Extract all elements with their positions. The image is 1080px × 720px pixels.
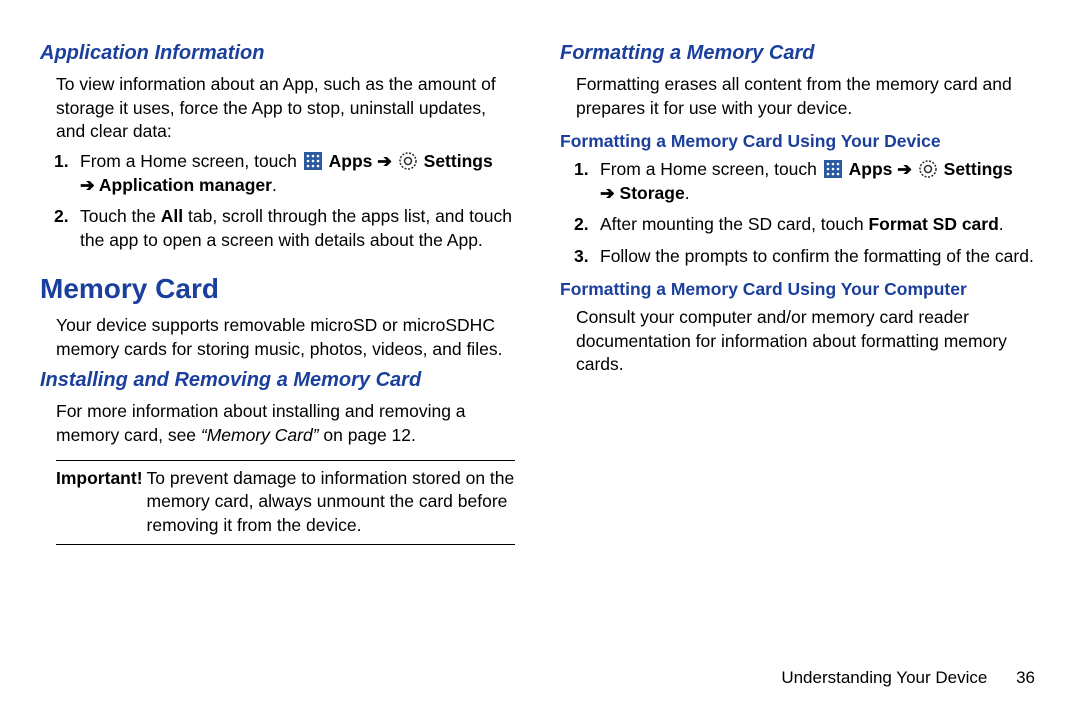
arrow-icon: ➔ <box>377 151 397 171</box>
right-column: Formatting a Memory Card Formatting eras… <box>560 40 1035 680</box>
arrow-icon: ➔ <box>600 183 620 203</box>
heading-format-device: Formatting a Memory Card Using Your Devi… <box>560 130 1035 154</box>
step-1: 1. From a Home screen, touch Apps ➔ Sett… <box>80 150 515 197</box>
step3-body: Follow the prompts to confirm the format… <box>600 246 1034 266</box>
settings-icon <box>399 152 417 170</box>
apps-icon <box>824 160 842 178</box>
step-2: 2. Touch the All tab, scroll through the… <box>80 205 515 252</box>
step2-part-a: Touch the <box>80 206 161 226</box>
step-number-1: 1. <box>54 150 69 174</box>
step-3: 3. Follow the prompts to confirm the for… <box>600 245 1035 269</box>
period: . <box>999 214 1004 234</box>
step-number-2: 2. <box>54 205 69 229</box>
important-note: Important! To prevent damage to informat… <box>56 460 515 545</box>
inst-ref: “Memory Card” <box>201 425 319 445</box>
important-label: Important! <box>56 467 147 491</box>
step-number-2: 2. <box>574 213 589 237</box>
page-number: 36 <box>1016 667 1035 690</box>
heading-install-remove: Installing and Removing a Memory Card <box>40 367 515 394</box>
step-number-1: 1. <box>574 158 589 182</box>
settings-label: Settings <box>944 159 1013 179</box>
memory-card-intro: Your device supports removable microSD o… <box>56 314 515 361</box>
inst-b: on page 12. <box>319 425 416 445</box>
app-info-intro: To view information about an App, such a… <box>56 73 515 144</box>
storage-label: Storage <box>620 183 685 203</box>
step-1: 1. From a Home screen, touch Apps ➔ Sett… <box>600 158 1035 205</box>
app-manager-label: Application manager <box>99 175 272 195</box>
step-2: 2. After mounting the SD card, touch For… <box>600 213 1035 237</box>
format-computer-body: Consult your computer and/or memory card… <box>576 306 1035 377</box>
footer-section: Understanding Your Device <box>781 668 987 687</box>
heading-memory-card: Memory Card <box>40 270 515 308</box>
settings-label: Settings <box>424 151 493 171</box>
step-number-3: 3. <box>574 245 589 269</box>
settings-icon <box>919 160 937 178</box>
heading-formatting: Formatting a Memory Card <box>560 40 1035 67</box>
arrow-icon: ➔ <box>80 175 99 195</box>
all-tab-label: All <box>161 206 183 226</box>
step1-part-a: From a Home screen, touch <box>600 159 822 179</box>
formatting-intro: Formatting erases all content from the m… <box>576 73 1035 120</box>
heading-format-computer: Formatting a Memory Card Using Your Comp… <box>560 278 1035 302</box>
arrow-icon: ➔ <box>897 159 917 179</box>
format-device-steps: 1. From a Home screen, touch Apps ➔ Sett… <box>578 158 1035 269</box>
page-footer: Understanding Your Device 36 <box>781 667 1035 690</box>
apps-label: Apps <box>849 159 893 179</box>
step2-part-a: After mounting the SD card, touch <box>600 214 868 234</box>
app-info-steps: 1. From a Home screen, touch Apps ➔ Sett… <box>58 150 515 253</box>
period: . <box>272 175 277 195</box>
important-body: To prevent damage to information stored … <box>147 467 515 538</box>
period: . <box>685 183 690 203</box>
heading-application-information: Application Information <box>40 40 515 67</box>
apps-icon <box>304 152 322 170</box>
step1-part-a: From a Home screen, touch <box>80 151 302 171</box>
install-remove-body: For more information about installing an… <box>56 400 515 447</box>
apps-label: Apps <box>329 151 373 171</box>
left-column: Application Information To view informat… <box>40 40 515 680</box>
format-sd-label: Format SD card <box>868 214 998 234</box>
